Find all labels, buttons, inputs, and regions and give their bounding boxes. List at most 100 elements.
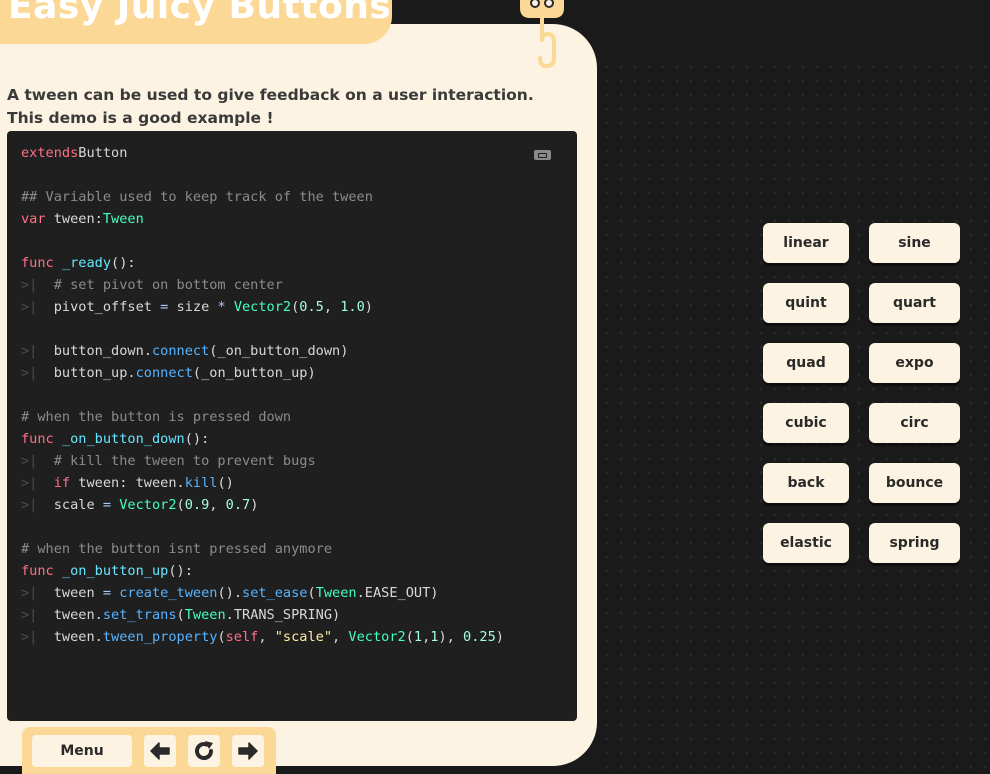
code-token: # kill the tween to prevent bugs (53, 453, 316, 469)
code-line: func _on_button_up(): (21, 560, 504, 582)
tween-button-spring[interactable]: spring (869, 523, 960, 563)
code-token: (). (217, 585, 243, 601)
next-button[interactable] (232, 735, 264, 767)
menu-button[interactable]: Menu (32, 735, 132, 767)
code-token: >| (21, 585, 38, 601)
description-line-1: A tween can be used to give feedback on … (7, 86, 534, 104)
code-token: 0.7 (225, 497, 251, 513)
code-token: Tween (102, 211, 144, 227)
restart-button[interactable] (188, 735, 220, 767)
code-token: create_tween (119, 585, 218, 601)
code-token: * (217, 299, 226, 315)
code-token: button_up. (37, 365, 136, 381)
code-token: >| (21, 343, 38, 359)
code-token: 0.5 (299, 299, 324, 315)
code-token: if (53, 475, 71, 491)
code-token: , (258, 629, 275, 645)
tween-button-back[interactable]: back (763, 463, 849, 503)
tween-button-linear[interactable]: linear (763, 223, 849, 263)
code-token: ) (250, 497, 259, 513)
code-line: >| button_up.connect(_on_button_up) (21, 362, 504, 384)
tween-button-quad[interactable]: quad (763, 343, 849, 383)
code-line: func _on_button_down(): (21, 428, 504, 450)
code-token: >| (21, 629, 38, 645)
code-token: func (21, 255, 54, 271)
code-token: >| (21, 475, 38, 491)
tween-button-sine[interactable]: sine (869, 223, 960, 263)
code-token: tween. (37, 629, 103, 645)
arrow-right-icon (238, 742, 258, 760)
prev-button[interactable] (144, 735, 176, 767)
description-line-2: This demo is a good example ! (7, 109, 274, 127)
code-token: # when the button is pressed down (21, 409, 292, 425)
code-line: func _ready(): (21, 252, 504, 274)
code-line: >| pivot_offset = size * Vector2(0.5, 1.… (21, 296, 504, 318)
code-line: >| # set pivot on bottom center (21, 274, 504, 296)
code-token: >| (21, 453, 38, 469)
code-token: (): (168, 563, 193, 579)
code-token: pivot_offset (37, 299, 161, 315)
code-token: Tween (184, 607, 226, 623)
code-token: # when the button isnt pressed anymore (21, 541, 332, 557)
code-token: scale (37, 497, 103, 513)
code-token: tween. (37, 607, 103, 623)
page-title: Easy Juicy Buttons (8, 0, 392, 27)
code-token: .EASE_OUT) (356, 585, 439, 601)
code-token: # set pivot on bottom center (53, 277, 283, 293)
code-token: var (21, 211, 46, 227)
tween-button-elastic[interactable]: elastic (763, 523, 849, 563)
code-token: ), (438, 629, 464, 645)
code-token: (_on_button_down) (209, 343, 349, 359)
tween-button-quint[interactable]: quint (763, 283, 849, 323)
code-token: (): (111, 255, 136, 271)
arrow-left-icon (150, 742, 170, 760)
code-token: , (323, 299, 341, 315)
description: A tween can be used to give feedback on … (7, 84, 534, 130)
tween-button-cubic[interactable]: cubic (763, 403, 849, 443)
code-line: >| button_down.connect(_on_button_down) (21, 340, 504, 362)
tween-button-expo[interactable]: expo (869, 343, 960, 383)
code-token: connect (151, 343, 210, 359)
code-token: 0.9 (184, 497, 210, 513)
code-token: ( (307, 585, 316, 601)
code-token: Vector2 (348, 629, 406, 645)
code-token: , (209, 497, 226, 513)
code-token: "scale" (274, 629, 333, 645)
code-token: () (217, 475, 234, 491)
code-token: >| (21, 365, 38, 381)
code-token: >| (21, 497, 38, 513)
code-token: size (168, 299, 218, 315)
tween-button-quart[interactable]: quart (869, 283, 960, 323)
code-token: ( (217, 629, 226, 645)
code-token: .TRANS_SPRING) (225, 607, 341, 623)
code-line: >| # kill the tween to prevent bugs (21, 450, 504, 472)
tween-button-bounce[interactable]: bounce (869, 463, 960, 503)
code-token: (_on_button_up) (192, 365, 316, 381)
code-token: (): (184, 431, 210, 447)
code-token: ( (176, 497, 185, 513)
code-token: _ready (61, 255, 112, 271)
code-token: ## Variable used to keep track of the tw… (21, 189, 373, 205)
copy-icon[interactable] (534, 150, 551, 160)
code-token: _on_button_up (61, 563, 169, 579)
code-line: >| if tween: tween.kill() (21, 472, 504, 494)
bottom-nav: Menu (22, 727, 276, 774)
code-token: connect (135, 365, 193, 381)
code-line: >| tween.tween_property(self, "scale", V… (21, 626, 504, 648)
code-line: # when the button isnt pressed anymore (21, 538, 504, 560)
code-lines: extendsButton ## Variable used to keep tr… (21, 142, 504, 648)
code-token: self (225, 629, 259, 645)
tween-button-circ[interactable]: circ (869, 403, 960, 443)
mascot-icon (520, 0, 564, 69)
code-token: ( (405, 629, 414, 645)
code-token: = (102, 585, 112, 601)
